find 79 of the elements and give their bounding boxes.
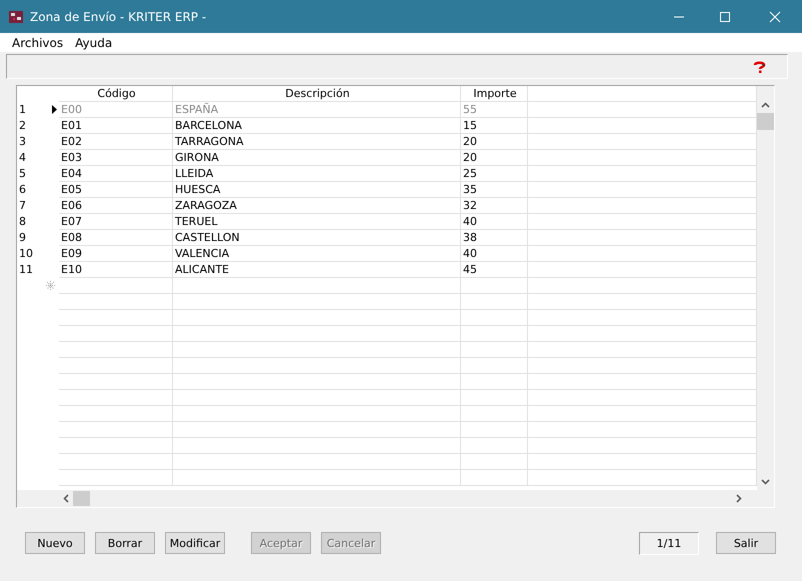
- table-cell: E00: [59, 102, 173, 118]
- table-cell: 32: [461, 198, 528, 214]
- table-cell: ESPAÑA: [173, 102, 461, 118]
- table-cell: ZARAGOZA: [173, 198, 461, 214]
- table-cell: TERUEL: [173, 214, 461, 230]
- table-cell: [461, 310, 528, 326]
- new-button[interactable]: Nuevo: [25, 532, 85, 554]
- table-cell: ALICANTE: [173, 262, 461, 278]
- table-cell: [461, 422, 528, 438]
- row-number: 7: [19, 199, 26, 212]
- table-cell: LLEIDA: [173, 166, 461, 182]
- scroll-thumb[interactable]: [757, 113, 774, 130]
- scroll-down-icon[interactable]: [761, 479, 770, 485]
- table-cell: [461, 470, 528, 486]
- table-cell: 25: [461, 166, 528, 182]
- table-cell: GIRONA: [173, 150, 461, 166]
- table-cell: BARCELONA: [173, 118, 461, 134]
- row-number: 4: [19, 151, 26, 164]
- table-cell: [461, 358, 528, 374]
- table-cell: E07: [59, 214, 173, 230]
- table-cell: [461, 438, 528, 454]
- table-cell: E01: [59, 118, 173, 134]
- table-cell: 55: [461, 102, 528, 118]
- column-header[interactable]: Descripción: [173, 86, 461, 102]
- record-counter: 1/11: [639, 532, 699, 554]
- delete-button[interactable]: Borrar: [95, 532, 155, 554]
- help-icon[interactable]: [753, 60, 767, 72]
- table-cell: [461, 342, 528, 358]
- column-header[interactable]: Código: [59, 86, 173, 102]
- scroll-up-icon[interactable]: [761, 102, 770, 108]
- close-icon[interactable]: [769, 10, 781, 22]
- table-cell: E05: [59, 182, 173, 198]
- table-cell: E04: [59, 166, 173, 182]
- table-cell: TARRAGONA: [173, 134, 461, 150]
- scroll-right-icon[interactable]: [736, 494, 742, 503]
- table-cell: [461, 390, 528, 406]
- table-cell: 40: [461, 214, 528, 230]
- table-cell: E06: [59, 198, 173, 214]
- table-cell: 20: [461, 134, 528, 150]
- row-number: 6: [19, 183, 26, 196]
- table-cell: [461, 326, 528, 342]
- table-cell: E02: [59, 134, 173, 150]
- modify-button[interactable]: Modificar: [165, 532, 225, 554]
- table-cell: 45: [461, 262, 528, 278]
- table-cell: [461, 454, 528, 470]
- table-cell: E09: [59, 246, 173, 262]
- row-number: 5: [19, 167, 26, 180]
- table-cell: 15: [461, 118, 528, 134]
- scroll-left-icon[interactable]: [63, 494, 69, 503]
- row-number: 9: [19, 231, 26, 244]
- table-cell: VALENCIA: [173, 246, 461, 262]
- table-cell: E03: [59, 150, 173, 166]
- new-row-icon: [46, 281, 55, 290]
- row-number: 8: [19, 215, 26, 228]
- table-cell: [461, 294, 528, 310]
- app-icon: [8, 8, 24, 24]
- column-header[interactable]: Importe: [461, 86, 528, 102]
- table-cell: 38: [461, 230, 528, 246]
- table-cell: [461, 374, 528, 390]
- row-number: 3: [19, 135, 26, 148]
- maximize-icon[interactable]: [719, 10, 731, 22]
- menu-item[interactable]: Ayuda: [69, 36, 118, 50]
- table-cell: [461, 406, 528, 422]
- table-cell: 35: [461, 182, 528, 198]
- table-cell: [461, 278, 528, 294]
- row-number: 11: [19, 263, 33, 276]
- menu-item[interactable]: Archivos: [6, 36, 70, 50]
- table-cell: 20: [461, 150, 528, 166]
- exit-button[interactable]: Salir: [716, 532, 776, 554]
- scroll-thumb[interactable]: [73, 491, 90, 506]
- row-number: 2: [19, 119, 26, 132]
- table-cell: 40: [461, 246, 528, 262]
- window-title: Zona de Envío - KRITER ERP -: [30, 10, 208, 24]
- table-cell: E10: [59, 262, 173, 278]
- row-number: 1: [19, 103, 26, 116]
- table-cell: HUESCA: [173, 182, 461, 198]
- table-cell: CASTELLON: [173, 230, 461, 246]
- row-number: 10: [19, 247, 33, 260]
- table-cell: E08: [59, 230, 173, 246]
